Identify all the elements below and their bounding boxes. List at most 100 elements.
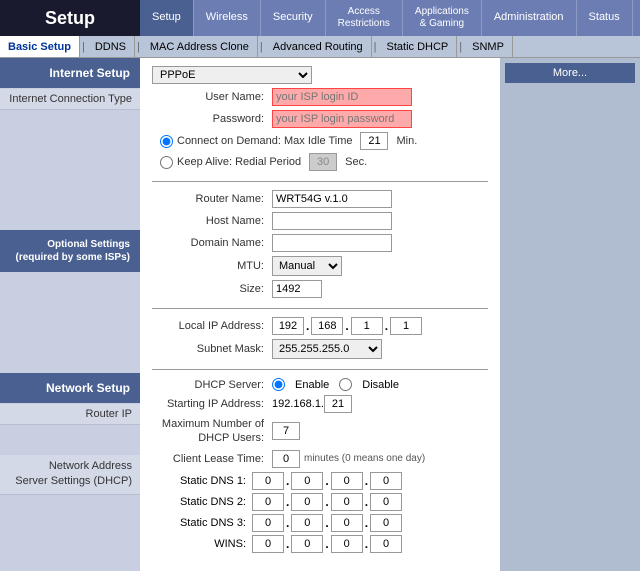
header: Setup Setup Wireless Security AccessRest… — [0, 0, 640, 36]
mtu-select[interactable]: Manual Auto — [272, 256, 342, 276]
wins-2[interactable] — [291, 535, 323, 553]
subnet-mask-row: Subnet Mask: 255.255.255.0 255.255.0.0 2… — [152, 339, 488, 359]
wins-group: . . . — [252, 535, 402, 553]
username-input[interactable] — [272, 88, 412, 106]
nav-status[interactable]: Status — [577, 0, 633, 36]
password-label: Password: — [152, 113, 272, 125]
wins-3[interactable] — [331, 535, 363, 553]
dns2-row: Static DNS 2: . . . — [152, 493, 488, 511]
dns1-2[interactable] — [291, 472, 323, 490]
subnav-snmp[interactable]: SNMP — [464, 36, 513, 57]
sidebar-item-connection-type: Internet Connection Type — [0, 89, 140, 110]
nav-setup[interactable]: Setup — [140, 0, 194, 36]
sidebar-section-network: Network Setup — [0, 373, 140, 403]
more-button[interactable]: More... — [505, 63, 635, 83]
dhcp-server-row: DHCP Server: Enable Disable — [152, 378, 488, 391]
dns3-label: Static DNS 3: — [152, 517, 252, 529]
dns2-4[interactable] — [370, 493, 402, 511]
local-ip-1[interactable] — [272, 317, 304, 335]
max-users-input[interactable] — [272, 422, 300, 440]
size-input[interactable] — [272, 280, 322, 298]
wins-1[interactable] — [252, 535, 284, 553]
max-users-row: Maximum Number ofDHCP Users: — [152, 417, 488, 446]
local-ip-4[interactable] — [390, 317, 422, 335]
size-row: Size: — [152, 280, 488, 298]
dns1-1[interactable] — [252, 472, 284, 490]
host-name-label: Host Name: — [152, 215, 272, 227]
nav-security[interactable]: Security — [261, 0, 326, 36]
top-nav: Setup Wireless Security AccessRestrictio… — [140, 0, 640, 36]
nav-access[interactable]: AccessRestrictions — [326, 0, 403, 36]
dhcp-section: DHCP Server: Enable Disable Starting IP … — [152, 378, 488, 553]
divider-3 — [152, 369, 488, 370]
wins-4[interactable] — [370, 535, 402, 553]
dhcp-server-label: DHCP Server: — [152, 379, 272, 391]
connection-type-select[interactable]: PPPoE Automatic Configuration - DHCP Sta… — [152, 66, 312, 84]
router-name-row: Router Name: — [152, 190, 488, 208]
dns2-label: Static DNS 2: — [152, 496, 252, 508]
password-input[interactable] — [272, 110, 412, 128]
password-row: Password: — [152, 110, 488, 128]
divider-1 — [152, 181, 488, 182]
dns3-2[interactable] — [291, 514, 323, 532]
router-name-input[interactable] — [272, 190, 392, 208]
connect-on-demand-radio[interactable] — [160, 135, 173, 148]
dhcp-enable-radio[interactable] — [272, 378, 285, 391]
center-panel: PPPoE Automatic Configuration - DHCP Sta… — [140, 58, 500, 571]
dns2-group: . . . — [252, 493, 402, 511]
dns2-2[interactable] — [291, 493, 323, 511]
domain-name-input[interactable] — [272, 234, 392, 252]
mtu-controls: Manual Auto — [272, 256, 342, 276]
nav-wireless[interactable]: Wireless — [194, 0, 261, 36]
starting-ip-prefix: 192.168.1. — [272, 398, 324, 410]
lease-time-input[interactable] — [272, 450, 300, 468]
subnav-advanced-routing[interactable]: Advanced Routing — [265, 36, 372, 57]
dns3-1[interactable] — [252, 514, 284, 532]
internet-connection-section: PPPoE Automatic Configuration - DHCP Sta… — [152, 66, 488, 171]
sidebar-spacer-3 — [0, 425, 140, 455]
router-name-label: Router Name: — [152, 193, 272, 205]
dns3-4[interactable] — [370, 514, 402, 532]
sidebar-item-router-ip: Router IP — [0, 404, 140, 425]
subnav-mac-clone[interactable]: MAC Address Clone — [142, 36, 258, 57]
subnet-mask-select[interactable]: 255.255.255.0 255.255.0.0 255.0.0.0 — [272, 339, 382, 359]
redial-input[interactable] — [309, 153, 337, 171]
lease-time-note: minutes (0 means one day) — [304, 453, 425, 464]
dns3-row: Static DNS 3: . . . — [152, 514, 488, 532]
domain-name-label: Domain Name: — [152, 237, 272, 249]
subnav-ddns[interactable]: DDNS — [87, 36, 135, 57]
nav-applications[interactable]: Applications& Gaming — [403, 0, 482, 36]
keep-alive-row: Keep Alive: Redial Period Sec. — [160, 153, 488, 171]
connect-on-demand-label: Connect on Demand: Max Idle Time — [177, 135, 352, 147]
dns1-4[interactable] — [370, 472, 402, 490]
local-ip-2[interactable] — [311, 317, 343, 335]
sec-label: Sec. — [345, 156, 367, 168]
domain-name-row: Domain Name: — [152, 234, 488, 252]
dhcp-disable-radio[interactable] — [339, 378, 352, 391]
size-label: Size: — [152, 283, 272, 295]
max-idle-input[interactable] — [360, 132, 388, 150]
sidebar: Internet Setup Internet Connection Type … — [0, 58, 140, 571]
keep-alive-radio[interactable] — [160, 156, 173, 169]
connection-type-row: PPPoE Automatic Configuration - DHCP Sta… — [152, 66, 488, 84]
sidebar-spacer-1 — [0, 110, 140, 230]
subnav-static-dhcp[interactable]: Static DHCP — [379, 36, 458, 57]
mtu-label: MTU: — [152, 260, 272, 272]
dns2-1[interactable] — [252, 493, 284, 511]
sidebar-item-dhcp: Network AddressServer Settings (DHCP) — [0, 455, 140, 495]
dns1-3[interactable] — [331, 472, 363, 490]
dns3-3[interactable] — [331, 514, 363, 532]
sidebar-section-optional: Optional Settings(required by some ISPs) — [0, 230, 140, 272]
dns2-3[interactable] — [331, 493, 363, 511]
subnav-basic-setup[interactable]: Basic Setup — [0, 36, 80, 57]
min-label: Min. — [396, 135, 417, 147]
local-ip-group: . . . — [272, 317, 422, 335]
nav-administration[interactable]: Administration — [482, 0, 577, 36]
max-users-label: Maximum Number ofDHCP Users: — [152, 417, 272, 446]
local-ip-3[interactable] — [351, 317, 383, 335]
dhcp-enable-disable: Enable Disable — [272, 378, 399, 391]
starting-ip-suffix-input[interactable] — [324, 395, 352, 413]
keep-alive-label: Keep Alive: Redial Period — [177, 156, 301, 168]
host-name-input[interactable] — [272, 212, 392, 230]
dhcp-disable-label: Disable — [362, 379, 399, 391]
